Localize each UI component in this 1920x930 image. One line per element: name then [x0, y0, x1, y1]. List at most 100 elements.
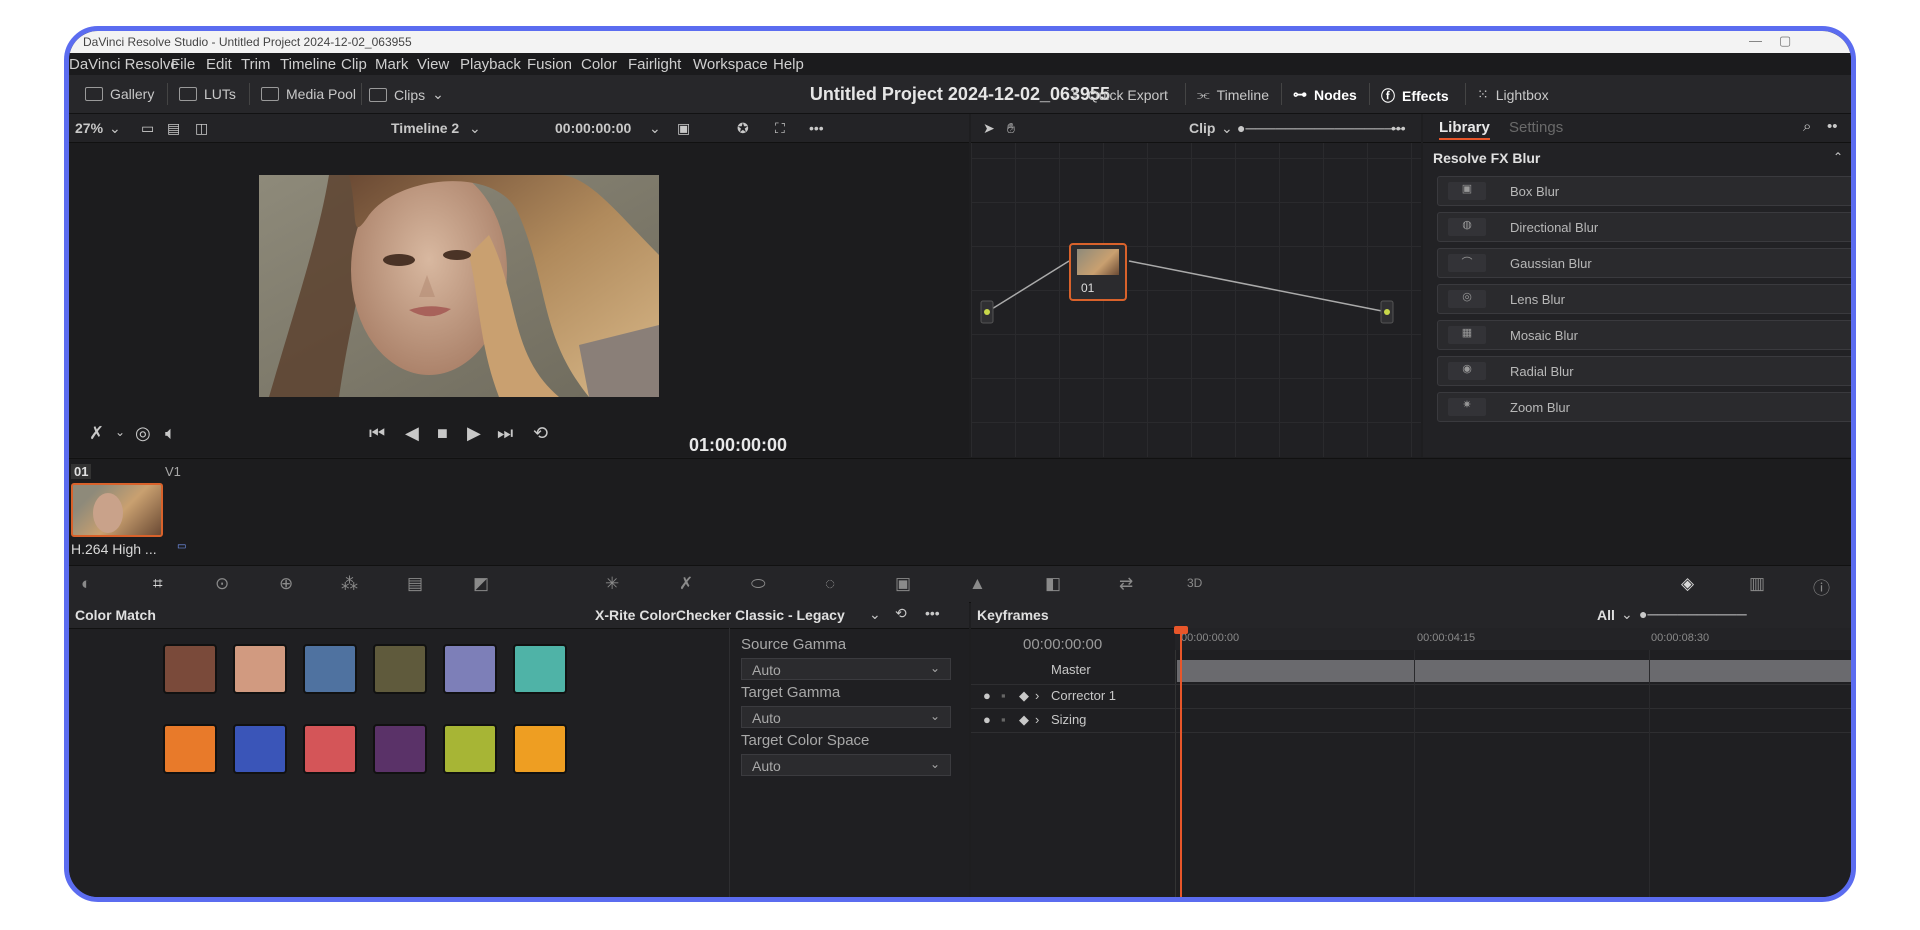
viewer-timecode[interactable]: 00:00:00:00 — [555, 120, 631, 136]
lightbox-button[interactable]: ⁙ Lightbox — [1477, 86, 1549, 103]
format-icon[interactable]: ▣ — [677, 120, 690, 137]
more-options-icon[interactable]: ••• — [925, 605, 940, 621]
qualifier-icon[interactable]: ✗ — [679, 574, 693, 594]
window-icon[interactable]: ⬭ — [751, 574, 766, 594]
fx-directional-blur[interactable]: ◍ Directional Blur — [1437, 212, 1851, 242]
stop-icon[interactable]: ■ — [437, 423, 448, 444]
menu-edit[interactable]: Edit — [206, 56, 232, 73]
menu-help[interactable]: Help — [773, 56, 804, 73]
nodes-button[interactable]: ⊶ Nodes — [1293, 86, 1357, 103]
tab-settings[interactable]: Settings — [1509, 119, 1563, 136]
curves-icon[interactable]: ◩ — [473, 574, 489, 594]
luts-button[interactable]: LUTs — [179, 86, 236, 102]
info-icon[interactable]: ⓘ — [1813, 574, 1830, 599]
timeline-button[interactable]: ⫘ Timeline — [1197, 86, 1269, 103]
menu-davinci-resolve[interactable]: DaVinci Resolve — [69, 56, 179, 73]
menu-playback[interactable]: Playback — [460, 56, 521, 73]
color-match-icon[interactable]: ⌗ — [153, 574, 163, 594]
menu-file[interactable]: File — [171, 56, 195, 73]
viewer-mode-icon[interactable]: ▭ — [141, 120, 154, 137]
hand-icon[interactable]: ✋︎ — [1007, 120, 1015, 137]
minimize-button[interactable]: — — [1749, 33, 1762, 48]
chevron-up-icon[interactable]: ⌃ — [1833, 150, 1843, 164]
clip-mode-dropdown[interactable]: Clip — [1189, 120, 1215, 136]
zoom-slider[interactable]: ●────────── — [1639, 606, 1747, 622]
effects-button[interactable]: ⓕ Effects — [1381, 86, 1449, 106]
keyframe-ruler[interactable]: 00:00:00:00 00:00:04:15 00:00:08:30 — [1175, 628, 1851, 650]
fx-gaussian-blur[interactable]: ⌒ Gaussian Blur — [1437, 248, 1851, 278]
menu-fusion[interactable]: Fusion — [527, 56, 572, 73]
scopes-icon[interactable]: ▥ — [1749, 574, 1765, 594]
cache-icon[interactable]: ◎ — [135, 423, 151, 444]
chart-dropdown[interactable]: X-Rite ColorChecker Classic - Legacy — [595, 607, 845, 623]
reset-icon[interactable]: ⟲ — [895, 605, 907, 622]
keyframes-icon[interactable]: ◈ — [1681, 574, 1694, 594]
3d-icon[interactable]: 3D — [1187, 576, 1202, 590]
menu-view[interactable]: View — [417, 56, 449, 73]
node-01[interactable]: 01 — [1069, 243, 1127, 301]
rgb-mixer-icon[interactable]: ⁂ — [341, 574, 358, 594]
hdr-wheels-icon[interactable]: ⊕ — [279, 574, 293, 594]
quick-export-button[interactable]: ⇪ Quick Export — [1069, 86, 1168, 103]
menu-trim[interactable]: Trim — [241, 56, 270, 73]
compare-icon[interactable]: ◫ — [195, 120, 208, 137]
color-warper-icon[interactable]: ✳ — [605, 574, 619, 594]
playhead-handle[interactable] — [1174, 626, 1188, 634]
loop-icon[interactable]: ⟲ — [533, 423, 548, 444]
expand-icon[interactable]: › — [1035, 688, 1039, 703]
tracker-icon[interactable]: ◌ — [825, 574, 835, 594]
keyframe-row-sizing[interactable]: ● ▪ ◆ › Sizing — [971, 710, 1161, 732]
target-gamma-select[interactable]: Auto ⌄ — [741, 706, 951, 728]
node-editor[interactable] — [971, 114, 1421, 457]
keyframe-diamond-icon[interactable]: ◆ — [1019, 688, 1029, 704]
menu-color[interactable]: Color — [581, 56, 617, 73]
media-pool-button[interactable]: Media Pool — [261, 86, 356, 102]
more-options-icon[interactable]: ••• — [809, 120, 824, 136]
clip-thumbnail[interactable] — [71, 483, 163, 537]
blur-icon[interactable]: ▲ — [969, 574, 986, 594]
fx-mosaic-blur[interactable]: ▦ Mosaic Blur — [1437, 320, 1851, 350]
menu-fairlight[interactable]: Fairlight — [628, 56, 681, 73]
color-wheels-icon[interactable]: ⊙ — [215, 574, 229, 594]
fx-zoom-blur[interactable]: ✷ Zoom Blur — [1437, 392, 1851, 422]
timeline-selector[interactable]: Timeline 2 — [391, 120, 459, 136]
menu-mark[interactable]: Mark — [375, 56, 408, 73]
lock-icon[interactable]: ▪ — [1001, 688, 1006, 703]
play-reverse-icon[interactable]: ◀︎ — [405, 423, 419, 444]
sizing-icon[interactable]: ⇄ — [1119, 574, 1133, 594]
fx-box-blur[interactable]: ▣ Box Blur — [1437, 176, 1851, 206]
camera-raw-icon[interactable]: ◐ — [81, 574, 91, 594]
zoom-dropdown[interactable]: 27% — [75, 120, 103, 136]
gallery-button[interactable]: Gallery — [85, 86, 154, 102]
keyframe-row-corrector[interactable]: ● ▪ ◆ › Corrector 1 — [971, 686, 1161, 708]
play-icon[interactable]: ▶︎ — [467, 423, 481, 444]
highlight-icon[interactable]: ✪ — [737, 120, 749, 137]
master-track[interactable] — [1177, 660, 1851, 682]
more-options-icon[interactable]: ••• — [1391, 120, 1406, 136]
restore-button[interactable]: ▢ — [1779, 33, 1791, 49]
search-icon[interactable]: ⌕ — [1803, 118, 1811, 135]
keyframe-playhead[interactable] — [1180, 626, 1182, 897]
picker-icon[interactable]: ✗ — [89, 423, 104, 444]
fx-radial-blur[interactable]: ◉ Radial Blur — [1437, 356, 1851, 386]
pointer-icon[interactable]: ➤ — [983, 120, 995, 137]
key-icon[interactable]: ◧ — [1045, 574, 1061, 594]
tab-library[interactable]: Library — [1439, 119, 1490, 140]
menu-clip[interactable]: Clip — [341, 56, 367, 73]
menu-workspace[interactable]: Workspace — [693, 56, 768, 73]
target-color-space-select[interactable]: Auto ⌄ — [741, 754, 951, 776]
fullscreen-icon[interactable]: ⛶ — [775, 120, 785, 137]
expand-icon[interactable]: › — [1035, 712, 1039, 727]
keyframe-diamond-icon[interactable]: ◆ — [1019, 712, 1029, 728]
menu-timeline[interactable]: Timeline — [280, 56, 336, 73]
keyframe-row-master[interactable]: Master — [971, 660, 1161, 682]
source-gamma-select[interactable]: Auto ⌄ — [741, 658, 951, 680]
split-view-icon[interactable]: ▤ — [167, 120, 180, 137]
motion-effects-icon[interactable]: ▤ — [407, 574, 423, 594]
zoom-slider[interactable]: ●──────────────── — [1237, 120, 1404, 136]
volume-icon[interactable]: 🔈︎ — [165, 423, 176, 444]
go-to-start-icon[interactable]: ⏮︎ — [369, 423, 385, 444]
keyframe-filter[interactable]: All — [1597, 607, 1615, 623]
magic-mask-icon[interactable]: ▣ — [895, 574, 911, 594]
lock-icon[interactable]: ▪ — [1001, 712, 1006, 727]
